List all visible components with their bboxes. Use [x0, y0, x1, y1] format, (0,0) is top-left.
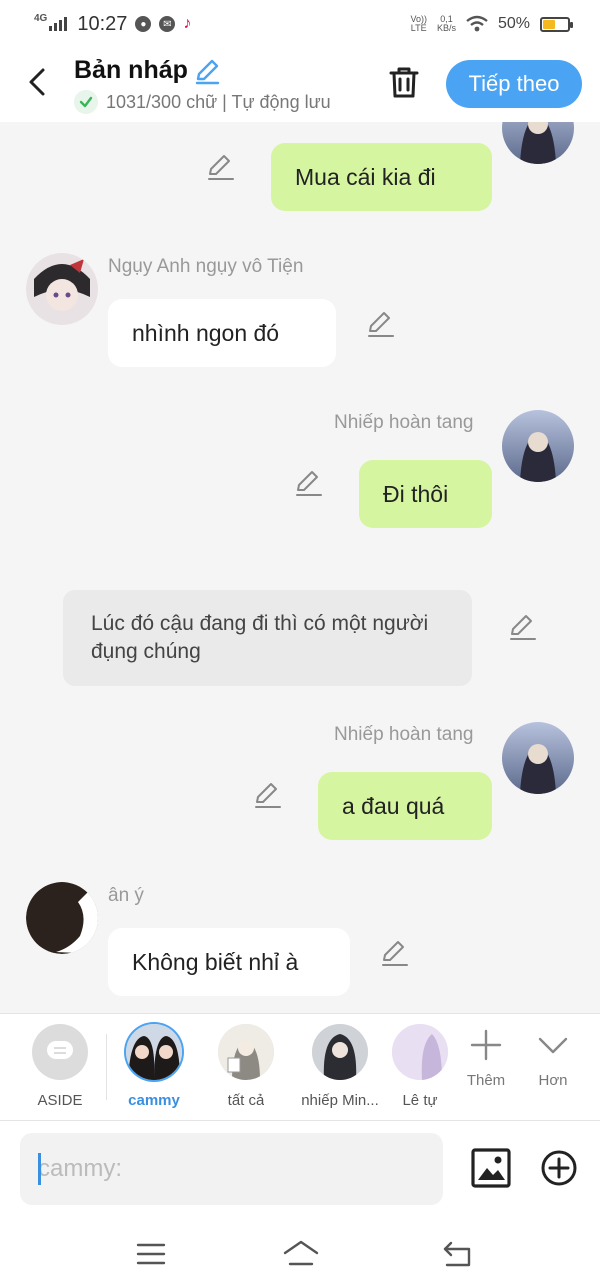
character-le-tu[interactable]: Lê tự	[376, 1024, 464, 1109]
wifi-icon	[466, 15, 488, 32]
edit-title-icon[interactable]	[194, 57, 222, 85]
character-nhiep-min[interactable]: nhiếp Min...	[296, 1024, 384, 1109]
plus-icon	[470, 1029, 502, 1061]
character-name: Ngụy Anh ngụy vô Tiện	[108, 256, 304, 277]
app-notification-icon: ●	[135, 16, 152, 32]
edit-message-icon[interactable]	[508, 612, 538, 642]
back-nav-button[interactable]	[441, 1237, 475, 1271]
trash-icon	[389, 67, 419, 98]
add-character-button[interactable]: Thêm	[456, 1028, 516, 1089]
edit-message-icon[interactable]	[366, 309, 396, 339]
chevron-down-icon	[538, 1037, 568, 1054]
avatar[interactable]	[502, 410, 574, 482]
character-cammy[interactable]: cammy	[110, 1024, 198, 1109]
status-bar: 4G 10:27 ● ✉ ♪ Vo)) LTE 0,1 KB/s 50%	[0, 0, 600, 48]
signal-icon	[49, 17, 68, 31]
add-label: Thêm	[466, 1072, 506, 1089]
more-options-button[interactable]	[540, 1149, 578, 1187]
character-selector: ASIDE cammy tất cả nhiếp Min... Lê tự Th…	[0, 1013, 600, 1121]
more-button[interactable]: Hơn	[523, 1028, 583, 1089]
data-speed: 0,1 KB/s	[436, 14, 456, 33]
text-cursor	[38, 1153, 41, 1185]
edit-message-icon[interactable]	[253, 780, 283, 810]
message-bubble[interactable]: Mua cái kia đi	[271, 143, 492, 211]
character-name: ân ý	[108, 885, 144, 906]
back-arrow-icon	[443, 1241, 471, 1267]
character-label: Lê tự	[402, 1092, 438, 1109]
character-label: tất cả	[227, 1092, 265, 1109]
draft-title[interactable]: Bản nháp	[74, 56, 222, 85]
avatar	[392, 1024, 448, 1080]
chat-bubble-icon	[32, 1024, 88, 1080]
character-name: Nhiếp hoàn tang	[334, 412, 474, 433]
divider	[106, 1034, 107, 1100]
plus-circle-icon	[541, 1150, 577, 1186]
menu-button[interactable]	[134, 1237, 168, 1271]
volte-indicator: Vo)) LTE	[410, 14, 427, 33]
character-label: ASIDE	[37, 1092, 83, 1109]
back-button[interactable]	[22, 64, 52, 100]
edit-message-icon[interactable]	[294, 468, 324, 498]
character-label: cammy	[128, 1092, 180, 1109]
editor-header: Bản nháp 1031/300 chữ | Tự động lưu Tiếp…	[0, 48, 600, 122]
aside-bubble[interactable]: Lúc đó cậu đang đi thì có một người đụng…	[63, 590, 472, 686]
delete-button[interactable]	[386, 64, 422, 100]
input-bar	[0, 1121, 600, 1221]
system-nav-bar	[0, 1221, 600, 1287]
image-icon	[471, 1148, 511, 1188]
avatar[interactable]	[26, 253, 98, 325]
word-count-status: 1031/300 chữ | Tự động lưu	[74, 90, 331, 114]
status-time: 10:27	[77, 12, 128, 35]
avatar[interactable]	[26, 882, 98, 954]
menu-icon	[136, 1243, 166, 1265]
avatar	[218, 1024, 274, 1080]
edit-message-icon[interactable]	[380, 938, 410, 968]
more-label: Hơn	[538, 1072, 568, 1089]
character-label: nhiếp Min...	[301, 1092, 379, 1109]
character-tat-ca[interactable]: tất cả	[202, 1024, 290, 1109]
messenger-icon: ✉	[159, 16, 176, 32]
message-bubble[interactable]: Đi thôi	[359, 460, 492, 528]
edit-message-icon[interactable]	[206, 152, 236, 182]
character-aside[interactable]: ASIDE	[16, 1024, 104, 1109]
message-input[interactable]	[20, 1133, 443, 1205]
next-button[interactable]: Tiếp theo	[446, 60, 582, 108]
message-bubble[interactable]: nhình ngon đó	[108, 299, 336, 367]
chat-area[interactable]: Mua cái kia đi Ngụy Anh ngụy vô Tiện nhì…	[0, 122, 600, 1013]
character-name: Nhiếp hoàn tang	[334, 724, 474, 745]
battery-percent: 50%	[497, 15, 530, 32]
tiktok-icon: ♪	[183, 15, 192, 32]
insert-image-button[interactable]	[470, 1147, 512, 1189]
word-count-text: 1031/300 chữ | Tự động lưu	[106, 91, 331, 112]
home-button[interactable]	[283, 1237, 319, 1271]
avatar	[126, 1024, 182, 1080]
message-bubble[interactable]: a đau quá	[318, 772, 492, 840]
avatar	[312, 1024, 368, 1080]
battery-icon	[540, 16, 573, 32]
message-bubble[interactable]: Không biết nhỉ à	[108, 928, 350, 996]
chevron-left-icon	[29, 68, 45, 96]
page-title: Bản nháp	[74, 56, 188, 84]
avatar[interactable]	[502, 122, 574, 164]
network-type: 4G	[34, 12, 48, 24]
avatar[interactable]	[502, 722, 574, 794]
home-icon	[283, 1240, 319, 1266]
check-icon	[74, 90, 98, 114]
